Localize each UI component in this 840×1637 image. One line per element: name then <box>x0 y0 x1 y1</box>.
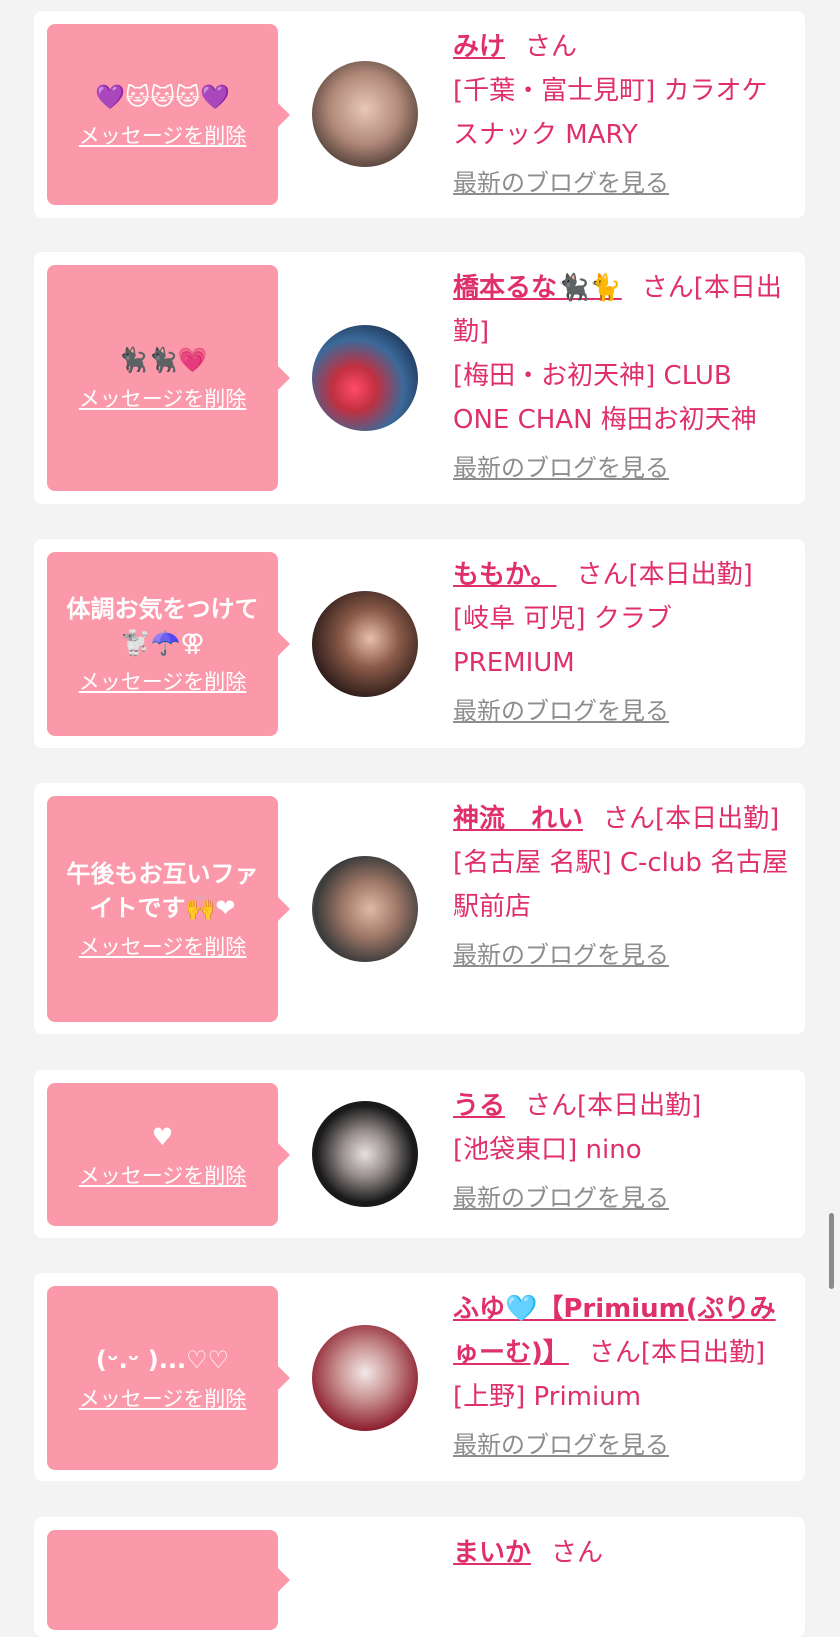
message-text: 午後もお互いファイトです🙌❤ <box>66 860 259 922</box>
cast-name-link[interactable]: まいか <box>453 1538 531 1568</box>
cast-info: 神流 れい さん[本日出勤] [名古屋 名駅] C-club 名古屋駅前店 最新の… <box>453 797 793 977</box>
message-text: 💜🐱🐱🐱💜 <box>95 82 230 111</box>
cast-name-link[interactable]: 橋本るな🐈‍⬛🐈 <box>453 273 622 303</box>
cast-name-link[interactable]: みけ <box>453 32 505 62</box>
latest-blog-link[interactable]: 最新のブログを見る <box>453 163 669 203</box>
latest-blog-link[interactable]: 最新のブログを見る <box>453 935 669 975</box>
message-bubble: 🐈‍⬛🐈‍⬛💗 メッセージを削除 <box>47 265 290 491</box>
shop-info: [池袋東口] nino <box>453 1135 642 1165</box>
message-bubble: 💜🐱🐱🐱💜 メッセージを削除 <box>47 24 290 205</box>
favorite-card: 🐈‍⬛🐈‍⬛💗 メッセージを削除 橋本るな🐈‍⬛🐈 さん[本日出勤] [梅田・お初… <box>34 252 805 504</box>
latest-blog-link[interactable]: 最新のブログを見る <box>453 691 669 731</box>
latest-blog-link[interactable]: 最新のブログを見る <box>453 1425 669 1465</box>
cast-info: まいか さん <box>453 1531 793 1575</box>
cast-name-link[interactable]: ももか。 <box>453 560 556 590</box>
cast-name-link[interactable]: 神流 れい <box>453 804 583 834</box>
message-text: 体調お気をつけて🐩☂️⚢ <box>66 595 259 657</box>
delete-message-link[interactable]: メッセージを削除 <box>79 1383 247 1413</box>
message-bubble: 午後もお互いファイトです🙌❤ メッセージを削除 <box>47 796 290 1022</box>
favorite-card: ♥ メッセージを削除 うる さん[本日出勤] [池袋東口] nino 最新のブログ… <box>34 1070 805 1238</box>
message-bubble: ♥ メッセージを削除 <box>47 1083 290 1226</box>
honorific: さん[本日出勤] <box>603 804 780 834</box>
message-text: ♥ <box>151 1122 174 1151</box>
shop-info: [上野] Primium <box>453 1382 642 1412</box>
honorific: さん <box>551 1538 604 1568</box>
cast-info: ふゆ🩵【Primium(ぷりみゅーむ)】 さん[本日出勤] [上野] Primiu… <box>453 1287 793 1467</box>
favorite-card: (ᵕ.ᵕ )...♡♡ メッセージを削除 ふゆ🩵【Primium(ぷりみゅーむ)… <box>34 1273 805 1481</box>
shop-info: [岐阜 可児] クラブ PREMIUM <box>453 604 672 678</box>
honorific: さん <box>525 32 578 62</box>
shop-info: [千葉・富士見町] カラオケスナック MARY <box>453 76 768 150</box>
delete-message-link[interactable]: メッセージを削除 <box>79 383 247 413</box>
cast-info: 橋本るな🐈‍⬛🐈 さん[本日出勤] [梅田・お初天神] CLUB ONE CHAN… <box>453 266 793 490</box>
avatar[interactable] <box>312 1101 418 1207</box>
scrollbar[interactable] <box>829 1213 834 1289</box>
shop-info: [梅田・お初天神] CLUB ONE CHAN 梅田お初天神 <box>453 361 757 435</box>
latest-blog-link[interactable]: 最新のブログを見る <box>453 1178 669 1218</box>
delete-message-link[interactable]: メッセージを削除 <box>79 931 247 961</box>
message-bubble: (ᵕ.ᵕ )...♡♡ メッセージを削除 <box>47 1286 290 1470</box>
delete-message-link[interactable]: メッセージを削除 <box>79 666 247 696</box>
message-bubble <box>47 1530 290 1630</box>
cast-info: ももか。 さん[本日出勤] [岐阜 可児] クラブ PREMIUM 最新のブログを… <box>453 553 793 733</box>
message-text: 🐈‍⬛🐈‍⬛💗 <box>117 346 208 374</box>
delete-message-link[interactable]: メッセージを削除 <box>79 1160 247 1190</box>
latest-blog-link[interactable]: 最新のブログを見る <box>453 448 669 488</box>
message-text: (ᵕ.ᵕ )...♡♡ <box>95 1346 230 1374</box>
favorite-card: まいか さん <box>34 1517 805 1637</box>
honorific: さん[本日出勤] <box>525 1091 702 1121</box>
favorite-card: 💜🐱🐱🐱💜 メッセージを削除 みけ さん [千葉・富士見町] カラオケスナック M… <box>34 11 805 218</box>
avatar[interactable] <box>312 325 418 431</box>
favorite-card: 体調お気をつけて🐩☂️⚢ メッセージを削除 ももか。 さん[本日出勤] [岐阜 可… <box>34 539 805 748</box>
favorite-card: 午後もお互いファイトです🙌❤ メッセージを削除 神流 れい さん[本日出勤] [名… <box>34 783 805 1034</box>
cast-info: うる さん[本日出勤] [池袋東口] nino 最新のブログを見る <box>453 1084 793 1220</box>
cast-name-link[interactable]: うる <box>453 1091 505 1121</box>
avatar[interactable] <box>312 591 418 697</box>
avatar[interactable] <box>312 61 418 167</box>
shop-info: [名古屋 名駅] C-club 名古屋駅前店 <box>453 848 789 922</box>
avatar[interactable] <box>312 1325 418 1431</box>
avatar[interactable] <box>312 856 418 962</box>
message-bubble: 体調お気をつけて🐩☂️⚢ メッセージを削除 <box>47 552 290 736</box>
honorific: さん[本日出勤] <box>588 1338 766 1368</box>
honorific: さん[本日出勤] <box>576 560 753 590</box>
delete-message-link[interactable]: メッセージを削除 <box>79 120 247 150</box>
cast-info: みけ さん [千葉・富士見町] カラオケスナック MARY 最新のブログを見る <box>453 25 793 205</box>
